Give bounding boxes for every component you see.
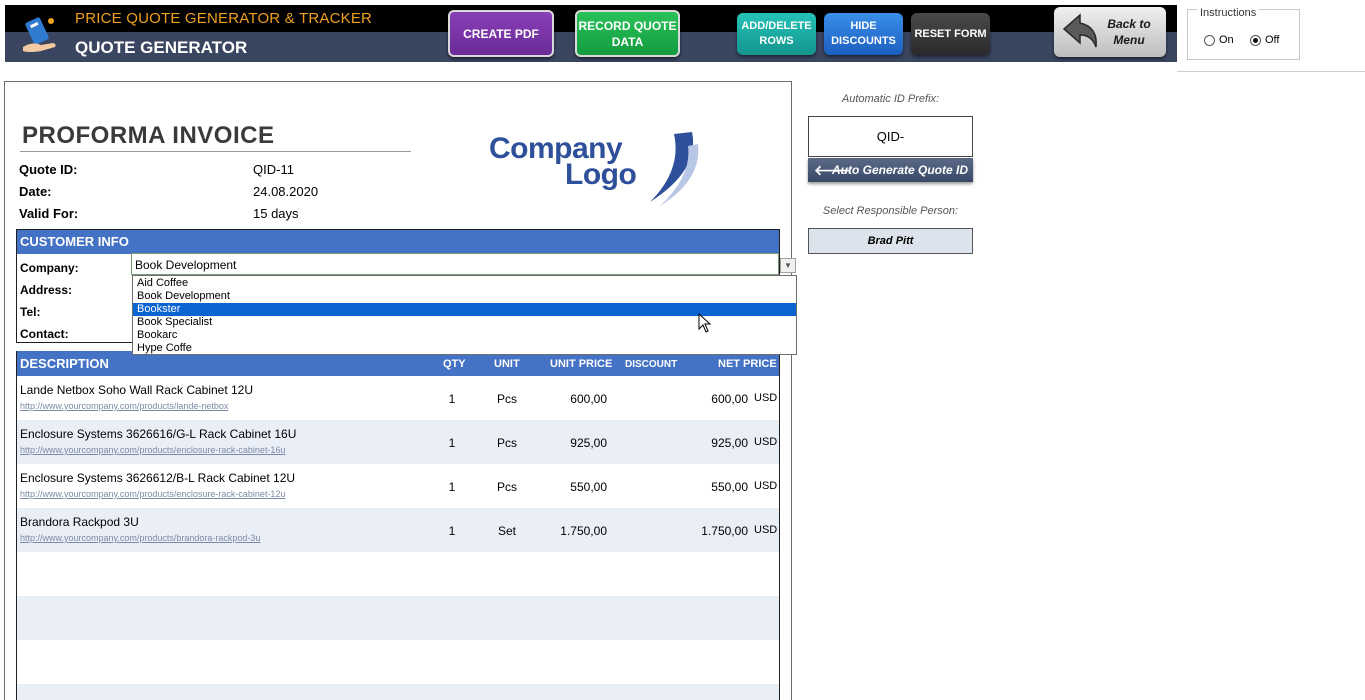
- logo-text-line2: Logo: [565, 158, 637, 191]
- instructions-toggle-group: Instructions On Off: [1187, 7, 1300, 60]
- item-net-price: 1.750,00: [701, 524, 748, 538]
- mouse-pointer-icon: [698, 313, 712, 333]
- add-delete-rows-button[interactable]: ADD/DELETE ROWS: [737, 13, 816, 55]
- responsible-person-select[interactable]: Brad Pitt: [808, 228, 973, 254]
- item-link[interactable]: http://www.yourcompany.com/products/encl…: [20, 489, 285, 499]
- table-row[interactable]: Lande Netbox Soho Wall Rack Cabinet 12U …: [17, 376, 779, 420]
- page-title: QUOTE GENERATOR: [75, 38, 248, 57]
- item-description: Brandora Rackpod 3U: [20, 515, 139, 529]
- instructions-label: Instructions: [1197, 7, 1260, 19]
- line-items-table: DESCRIPTION QTY UNIT UNIT PRICE DISCOUNT…: [16, 351, 780, 700]
- back-arrow-icon: [1062, 13, 1097, 48]
- item-link[interactable]: http://www.yourcompany.com/products/bran…: [20, 533, 260, 543]
- table-row[interactable]: Brandora Rackpod 3U http://www.yourcompa…: [17, 508, 779, 552]
- quote-id-value[interactable]: QID-11: [253, 162, 294, 177]
- item-unit: Pcs: [496, 480, 517, 494]
- item-net-price: 925,00: [711, 436, 748, 450]
- col-header-unit-price: UNIT PRICE: [550, 358, 613, 370]
- item-description: Lande Netbox Soho Wall Rack Cabinet 12U: [20, 383, 254, 397]
- create-pdf-button[interactable]: CREATE PDF: [448, 10, 554, 57]
- logo-swoosh-icon: [650, 132, 699, 206]
- responsible-person-label: Select Responsible Person:: [822, 205, 959, 217]
- divider: [1177, 71, 1365, 72]
- customer-info-header: CUSTOMER INFO: [17, 230, 779, 254]
- radio-unchecked-icon: [1204, 34, 1215, 46]
- arrow-left-icon: 🡐: [814, 162, 852, 178]
- date-label: Date:: [19, 184, 52, 199]
- table-row-empty[interactable]: [17, 684, 779, 700]
- dropdown-option[interactable]: Book Development: [133, 290, 796, 303]
- item-qty: 1: [448, 392, 456, 406]
- quote-app-icon: [23, 17, 56, 52]
- prefix-label: Automatic ID Prefix:: [841, 93, 940, 105]
- col-header-description: DESCRIPTION: [20, 356, 109, 371]
- table-row-empty[interactable]: [17, 552, 779, 596]
- valid-for-value[interactable]: 15 days: [253, 206, 299, 221]
- col-header-net-price: NET PRICE: [718, 358, 777, 370]
- item-net-price: 600,00: [711, 392, 748, 406]
- table-row-empty[interactable]: [17, 596, 779, 640]
- col-header-unit: UNIT: [494, 358, 520, 370]
- app-title: PRICE QUOTE GENERATOR & TRACKER: [75, 10, 373, 27]
- instructions-off-label: Off: [1265, 34, 1280, 46]
- date-value[interactable]: 24.08.2020: [253, 184, 318, 199]
- item-unit: Pcs: [496, 392, 517, 406]
- dropdown-option[interactable]: Aid Coffee: [133, 277, 796, 290]
- dropdown-option-selected[interactable]: Bookster: [133, 303, 796, 316]
- quote-id-label: Quote ID:: [19, 162, 78, 177]
- instructions-on-label: On: [1219, 34, 1234, 46]
- col-header-discount: DISCOUNT: [625, 359, 678, 370]
- item-description: Enclosure Systems 3626612/B-L Rack Cabin…: [20, 471, 296, 485]
- item-net-price: 550,00: [711, 480, 748, 494]
- item-qty: 1: [448, 436, 456, 450]
- col-header-qty: QTY: [443, 358, 466, 370]
- table-row[interactable]: Enclosure Systems 3626616/G-L Rack Cabin…: [17, 420, 779, 464]
- item-link[interactable]: http://www.yourcompany.com/products/land…: [20, 401, 228, 411]
- contact-label: Contact:: [20, 327, 69, 341]
- excel-workbook-view: PRICE QUOTE GENERATOR & TRACKER QUOTE GE…: [0, 0, 1365, 700]
- company-combobox[interactable]: Book Development: [131, 253, 779, 275]
- auto-generate-label: Auto Generate Quote ID: [831, 163, 968, 177]
- table-row[interactable]: Enclosure Systems 3626612/B-L Rack Cabin…: [17, 464, 779, 508]
- dropdown-option[interactable]: Book Specialist: [133, 316, 796, 329]
- invoice-title: PROFORMA INVOICE: [22, 122, 275, 149]
- hide-discounts-button[interactable]: HIDE DISCOUNTS: [824, 13, 903, 55]
- item-currency: USD: [754, 392, 778, 404]
- instructions-on-radio[interactable]: On: [1204, 34, 1234, 46]
- item-unit-price: 600,00: [570, 392, 607, 406]
- dropdown-option[interactable]: Hype Coffe: [133, 342, 796, 355]
- record-quote-data-button[interactable]: RECORD QUOTE DATA: [575, 10, 680, 57]
- tel-label: Tel:: [20, 305, 41, 319]
- id-prefix-field[interactable]: QID-: [808, 116, 973, 157]
- item-link[interactable]: http://www.yourcompany.com/products/encl…: [20, 445, 285, 455]
- item-currency: USD: [754, 524, 778, 536]
- item-unit: Set: [497, 524, 516, 538]
- valid-for-label: Valid For:: [19, 206, 79, 221]
- item-qty: 1: [448, 480, 456, 494]
- item-unit: Pcs: [496, 436, 517, 450]
- table-row-empty[interactable]: [17, 640, 779, 684]
- back-to-menu-button[interactable]: Back to Menu: [1054, 7, 1166, 57]
- item-qty: 1: [448, 524, 456, 538]
- item-unit-price: 1.750,00: [560, 524, 607, 538]
- chevron-down-icon[interactable]: ▼: [780, 258, 796, 273]
- invoice-sheet: PROFORMA INVOICE Quote ID: QID-11 Date: …: [4, 81, 792, 700]
- auto-generate-quote-id-button[interactable]: 🡐 Auto Generate Quote ID: [808, 158, 973, 182]
- address-label: Address:: [20, 283, 73, 297]
- reset-form-button[interactable]: RESET FORM: [911, 13, 990, 55]
- item-unit-price: 925,00: [570, 436, 607, 450]
- item-description: Enclosure Systems 3626616/G-L Rack Cabin…: [20, 427, 297, 441]
- company-logo: Company Logo: [485, 130, 700, 208]
- item-currency: USD: [754, 436, 778, 448]
- radio-checked-icon: [1250, 34, 1261, 46]
- back-to-menu-label: Back to Menu: [1107, 17, 1151, 47]
- title-underline: [20, 151, 411, 152]
- company-label: Company:: [20, 261, 79, 275]
- dropdown-option[interactable]: Bookarc: [133, 329, 796, 342]
- item-currency: USD: [754, 480, 778, 492]
- item-unit-price: 550,00: [570, 480, 607, 494]
- instructions-off-radio[interactable]: Off: [1250, 34, 1279, 46]
